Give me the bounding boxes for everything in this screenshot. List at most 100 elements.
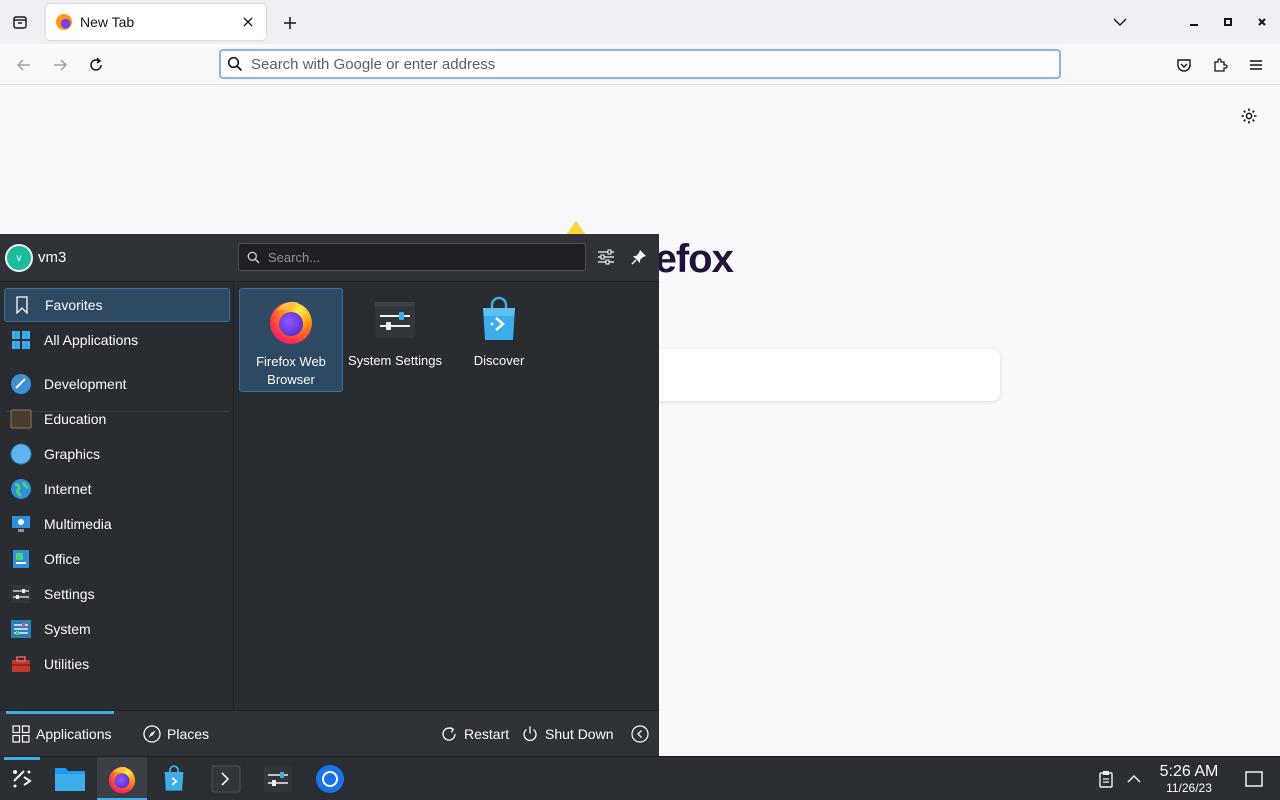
bookmark-icon [11,294,33,316]
forward-button[interactable] [47,52,73,78]
tab-new-tab[interactable]: New Tab [46,4,266,40]
chromium-icon [316,765,344,793]
compass-icon [143,725,161,743]
application-launcher: v vm3 Search... Favorites All Applicatio… [0,234,659,756]
pocket-button[interactable] [1171,52,1197,78]
folder-icon [55,768,85,791]
pin-launcher-button[interactable] [627,245,651,269]
kde-launcher-icon [13,770,32,788]
launcher-header: v vm3 Search... [0,234,659,282]
url-bar[interactable]: Search with Google or enter address [219,49,1061,79]
sidebar-item-favorites[interactable]: Favorites [4,288,230,322]
multimedia-icon [10,513,32,535]
firefox-view-button[interactable] [8,10,32,34]
discover-icon [483,296,515,340]
sidebar-item-office[interactable]: Office [4,542,230,576]
shutdown-label: Shut Down [545,726,614,742]
sidebar-item-label: Education [44,411,107,427]
leave-options-button[interactable] [631,711,649,757]
firefox-favicon-icon [56,14,72,30]
arrow-left-icon [16,59,30,71]
restart-label: Restart [464,726,510,742]
sidebar-item-internet[interactable]: Internet [4,472,230,506]
search-icon [247,251,260,263]
tab-close-button[interactable] [238,12,258,32]
taskbar: 5:26 AM 11/26/23 [0,756,1280,800]
avatar[interactable]: v [5,244,33,272]
application-launcher-button[interactable] [0,757,44,800]
back-button[interactable] [11,52,37,78]
taskbar-firefox[interactable] [97,757,147,800]
terminal-icon [211,765,241,793]
hamburger-menu-icon [1250,60,1262,70]
grid-icon [10,329,32,351]
sidebar-item-label: System [44,621,91,637]
category-sidebar: Favorites All Applications Development E… [0,283,234,710]
reload-button[interactable] [83,52,109,78]
sidebar-item-label: Internet [44,481,92,497]
tab-bar: New Tab [0,0,1280,44]
sidebar-item-label: Multimedia [44,516,112,532]
launcher-search-placeholder: Search... [268,249,321,265]
personalize-button[interactable] [1238,105,1260,127]
system-icon [10,618,32,640]
shutdown-button[interactable]: Shut Down [521,711,613,757]
firefox-icon [270,301,312,344]
tab-places[interactable]: Places [143,711,209,757]
maximize-button[interactable] [1218,12,1238,32]
sidebar-item-all-applications[interactable]: All Applications [4,323,230,357]
tab-applications[interactable]: Applications [6,711,114,757]
restart-button[interactable]: Restart [440,711,509,757]
app-firefox-web-browser[interactable]: Firefox Web Browser [239,288,343,392]
utilities-icon [10,653,32,675]
plus-icon [284,17,296,29]
launcher-search-input[interactable]: Search... [238,243,586,271]
system-tray-expand-button[interactable] [1122,757,1146,800]
app-system-settings[interactable]: System Settings [343,288,447,392]
clock-time: 5:26 AM [1159,763,1219,780]
sidebar-item-multimedia[interactable]: Multimedia [4,507,230,541]
sidebar-item-graphics[interactable]: Graphics [4,437,230,471]
education-icon [10,408,32,430]
show-desktop-button[interactable] [1242,757,1266,800]
list-all-tabs-button[interactable] [1110,12,1130,32]
sidebar-item-label: Office [44,551,81,567]
arrow-right-icon [54,59,68,71]
minimize-icon [1190,24,1198,26]
app-discover[interactable]: Discover [447,288,551,392]
restart-icon [442,726,456,741]
sidebar-item-system[interactable]: System [4,612,230,646]
taskbar-system-settings[interactable] [253,757,303,800]
sidebar-item-education[interactable]: Education [4,402,230,436]
minimize-button[interactable] [1184,12,1204,32]
clipboard-tray[interactable] [1094,757,1118,800]
office-icon [10,548,32,570]
maximize-icon [1224,18,1232,26]
new-tab-button[interactable] [279,12,301,34]
page-search-box[interactable] [630,349,1000,401]
close-window-button[interactable] [1252,12,1272,32]
taskbar-browser[interactable] [305,757,355,800]
puzzle-icon [1214,58,1228,72]
app-label: System Settings [348,353,442,368]
url-bar-placeholder: Search with Google or enter address [251,55,496,73]
configure-launcher-button[interactable] [594,245,618,269]
taskbar-discover[interactable] [149,757,199,800]
sidebar-item-development[interactable]: Development [4,367,230,401]
navigation-toolbar: Search with Google or enter address [0,44,1280,85]
taskbar-konsole[interactable] [201,757,251,800]
digital-clock[interactable]: 5:26 AM 11/26/23 [1148,763,1230,795]
close-icon [1258,18,1266,26]
system-settings-icon [264,766,292,792]
chevron-up-icon [1127,774,1141,783]
launcher-footer: Applications Places Restart Shut Down [0,710,659,756]
sidebar-item-settings[interactable]: Settings [4,577,230,611]
taskbar-dolphin[interactable] [45,757,95,800]
chevron-left-icon [631,725,649,743]
clipboard-icon [1099,771,1113,788]
power-icon [523,726,537,741]
app-label: Firefox Web Browser [256,354,326,387]
app-menu-button[interactable] [1243,52,1269,78]
sidebar-item-utilities[interactable]: Utilities [4,647,230,681]
extensions-button[interactable] [1207,52,1233,78]
